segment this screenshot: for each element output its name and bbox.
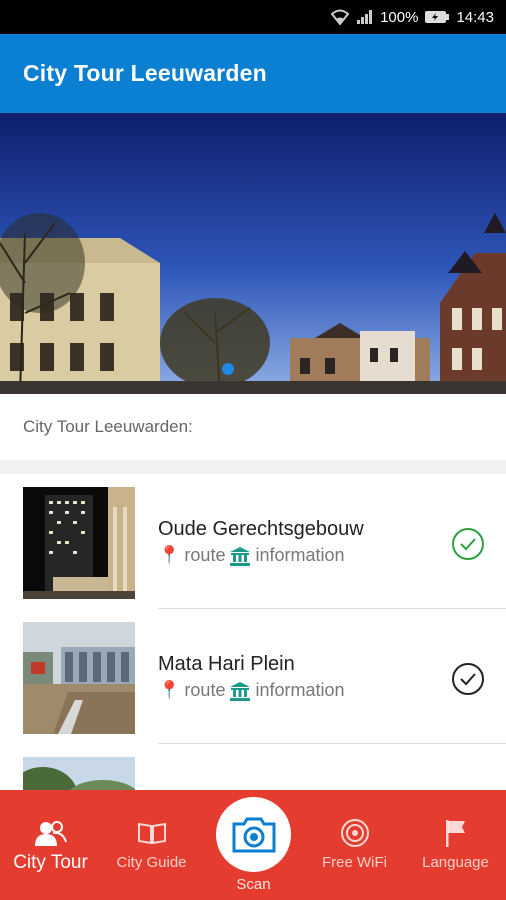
tour-list-item[interactable]: Mata Hari Plein 📍 route information xyxy=(0,609,506,744)
check-icon xyxy=(452,663,484,695)
hero-image xyxy=(0,113,506,394)
clock: 14:43 xyxy=(456,8,494,26)
nav-city-tour-label: City Tour xyxy=(13,852,88,873)
wifi-icon xyxy=(330,9,350,25)
museum-icon xyxy=(230,681,251,701)
tour-list-item[interactable] xyxy=(0,744,506,790)
bottom-navigation: City Tour City Guide Scan Free WiFi Lang… xyxy=(0,790,506,900)
hero-carousel[interactable] xyxy=(0,113,506,394)
signal-icon xyxy=(356,9,374,25)
tour-list-item[interactable]: Oude Gerechtsgebouw 📍 route information xyxy=(0,474,506,609)
nav-city-guide-label: City Guide xyxy=(116,854,187,871)
information-link[interactable]: information xyxy=(255,545,344,566)
tour-list[interactable]: Oude Gerechtsgebouw 📍 route information … xyxy=(0,474,506,790)
tour-item-thumbnail xyxy=(23,757,135,790)
status-bar: 100% 14:43 xyxy=(0,0,506,34)
tour-item-links: 📍 route information xyxy=(158,545,345,566)
information-link[interactable]: information xyxy=(255,680,344,701)
app-bar: City Tour Leeuwarden xyxy=(0,34,506,113)
battery-icon xyxy=(424,10,450,24)
tour-item-title: Mata Hari Plein xyxy=(158,653,295,675)
nav-city-guide[interactable]: City Guide xyxy=(101,790,202,900)
route-link[interactable]: route xyxy=(184,545,225,566)
flag-icon xyxy=(443,818,469,848)
visited-check-icon xyxy=(452,528,484,560)
carousel-indicator[interactable] xyxy=(222,363,234,375)
route-link[interactable]: route xyxy=(184,680,225,701)
nav-city-tour[interactable]: City Tour xyxy=(0,790,101,900)
museum-icon xyxy=(230,546,251,566)
app-title: City Tour Leeuwarden xyxy=(23,60,267,86)
nav-free-wifi[interactable]: Free WiFi xyxy=(304,790,405,900)
nav-language-label: Language xyxy=(422,854,489,871)
scan-label: Scan xyxy=(236,876,271,893)
book-icon xyxy=(137,818,167,848)
location-pin-icon: 📍 xyxy=(158,545,181,565)
section-heading-text: City Tour Leeuwarden: xyxy=(23,417,193,436)
section-heading: City Tour Leeuwarden: xyxy=(0,394,506,460)
nav-free-wifi-label: Free WiFi xyxy=(322,854,387,871)
tour-item-links: 📍 route information xyxy=(158,680,345,701)
camera-icon xyxy=(232,817,275,852)
battery-level: 100% xyxy=(380,8,419,26)
tour-item-thumbnail xyxy=(23,487,135,599)
nav-language[interactable]: Language xyxy=(405,790,506,900)
scan-button[interactable] xyxy=(216,797,291,872)
wifi-signal-icon xyxy=(340,818,370,848)
tour-item-thumbnail xyxy=(23,622,135,734)
tour-item-title: Oude Gerechtsgebouw xyxy=(158,518,364,540)
location-pin-icon: 📍 xyxy=(158,680,181,700)
people-icon xyxy=(34,818,67,848)
section-divider xyxy=(0,460,506,474)
